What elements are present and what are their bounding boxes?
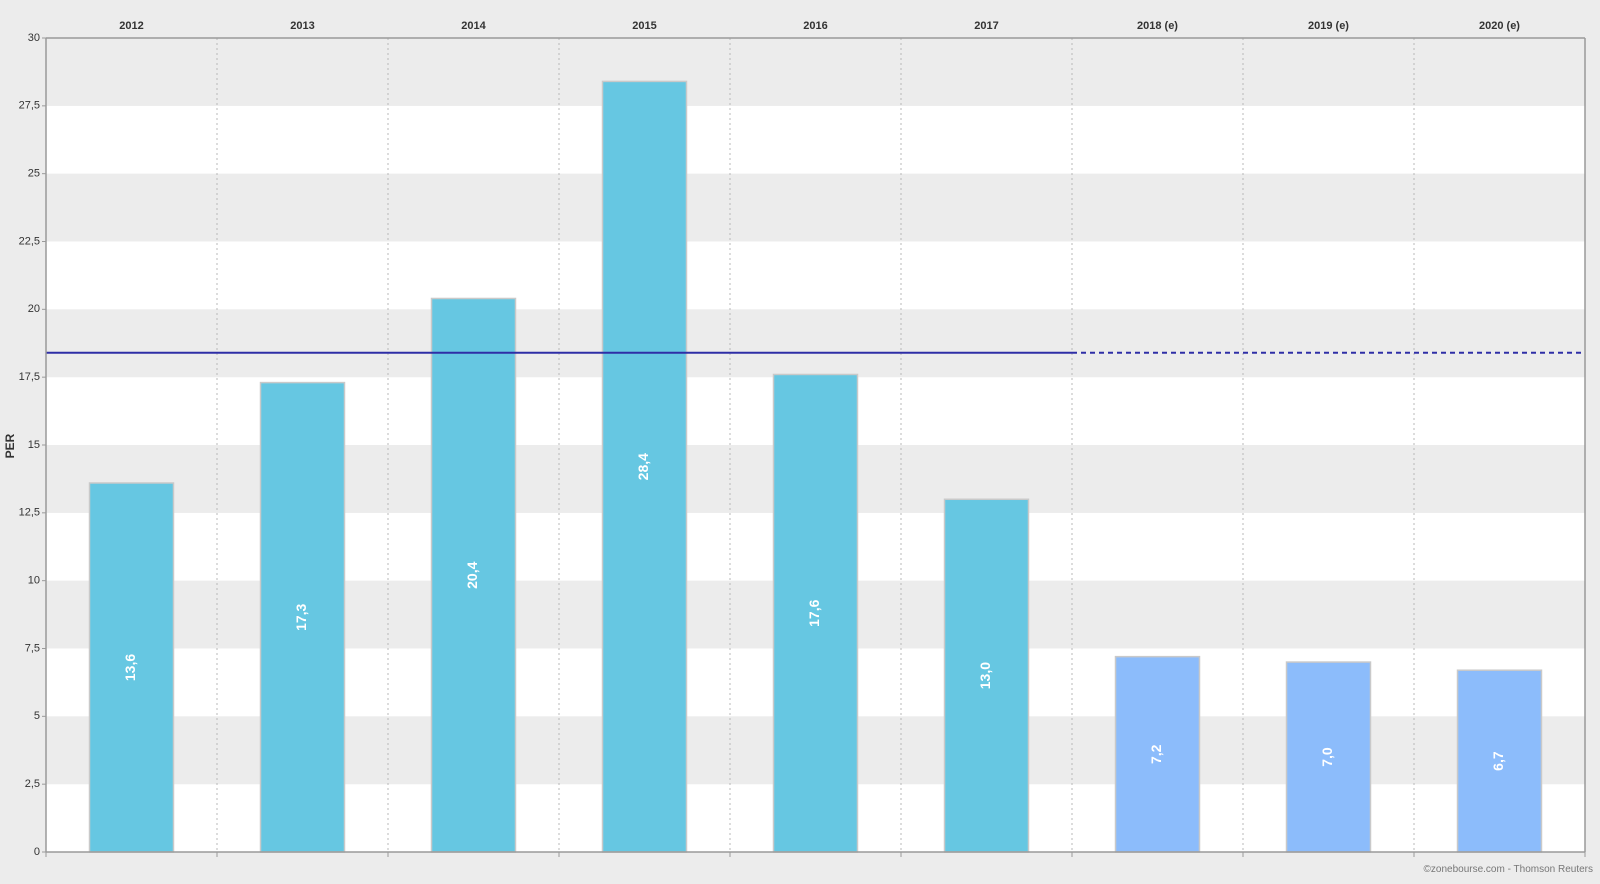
x-tick-label: 2017 [974, 20, 998, 32]
chart: 0 2,5 5 7,5 10 12,5 15 17,5 20 22,5 25 27,5 30 2012 2… [0, 0, 1600, 879]
y-tick-label: 20 [28, 303, 40, 315]
grid-band [46, 241, 1585, 310]
x-tick-label: 2013 [290, 20, 314, 32]
grid-band [46, 173, 1585, 242]
bar-value-label: 13,0 [977, 662, 993, 689]
bar-value-label: 17,3 [293, 603, 309, 630]
x-tick-label: 2016 [803, 20, 827, 32]
y-tick-label: 7,5 [25, 642, 40, 654]
y-tick-label: 2,5 [25, 778, 40, 790]
y-tick-label: 30 [28, 32, 40, 44]
bar-value-label: 13,6 [122, 654, 138, 681]
bar-value-label: 17,6 [806, 599, 822, 626]
footer-credit: ©zonebourse.com - Thomson Reuters [1424, 864, 1593, 875]
x-tick-label: 2018 (e) [1137, 20, 1178, 32]
y-tick-label: 15 [28, 439, 40, 451]
x-tick-labels: 2012 2013 2014 2015 2016 2017 2018 (e) 2019 (e)… [119, 20, 1520, 32]
y-tick-labels: 0 2,5 5 7,5 10 12,5 15 17,5 20 22,5 25 27,5 30 [19, 32, 46, 858]
y-tick-label: 10 [28, 575, 40, 587]
per-bar-chart: 02,557,51012,51517,52022,52527,530 2012 2… [3, 20, 1593, 875]
bar-value-label: 7,2 [1148, 744, 1164, 764]
y-tick-label: 17,5 [19, 371, 40, 383]
y-tick-label: 12,5 [19, 507, 40, 519]
y-tick-label: 22,5 [19, 235, 40, 247]
bar-value-label: 28,4 [635, 453, 651, 480]
y-tick-label: 0 [34, 846, 40, 858]
grid-band [46, 309, 1585, 378]
x-tick-label: 2020 (e) [1479, 20, 1520, 32]
bar-value-label: 6,7 [1490, 751, 1506, 771]
x-tick-label: 2012 [119, 20, 143, 32]
bar-value-label: 20,4 [464, 561, 480, 588]
y-tick-label: 5 [34, 710, 40, 722]
y-tick-label: 27,5 [19, 100, 40, 112]
grid-band [46, 105, 1585, 174]
y-axis-label: PER [3, 433, 17, 458]
bar-value-label: 7,0 [1319, 747, 1335, 767]
x-tick-label: 2015 [632, 20, 656, 32]
y-tick-label: 25 [28, 168, 40, 180]
x-tick-label: 2019 (e) [1308, 20, 1349, 32]
grid-band [46, 38, 1585, 106]
x-tick-label: 2014 [461, 20, 486, 32]
